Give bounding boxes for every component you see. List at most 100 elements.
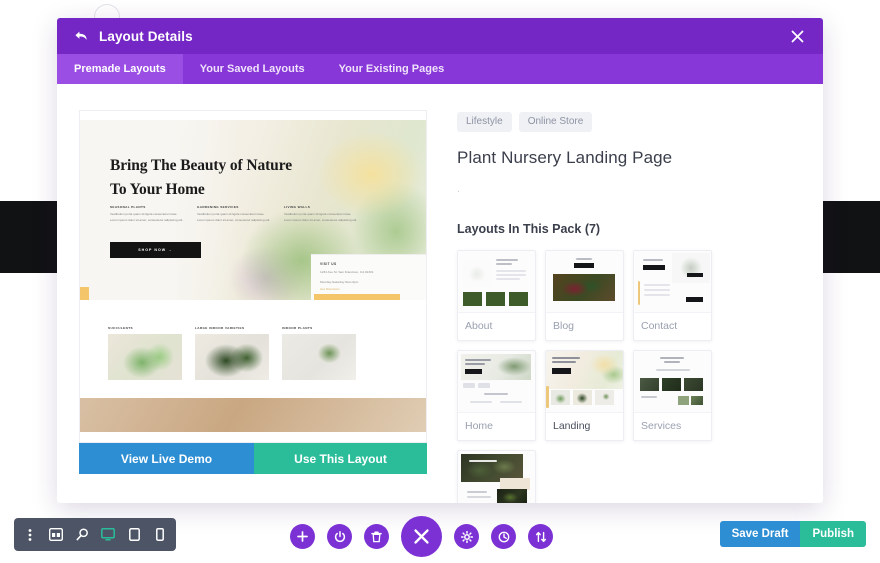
view-live-demo-button[interactable]: View Live Demo — [79, 443, 254, 474]
tablet-view-button[interactable] — [122, 518, 146, 551]
builder-left-toolbar — [14, 518, 176, 551]
builder-center-actions — [290, 516, 553, 557]
desktop-icon — [101, 528, 115, 541]
preview-visit-line2: Monday-Saturday 8am-6pm — [320, 279, 359, 284]
toggle-builder-button[interactable] — [327, 524, 352, 549]
preview-feature-columns: SEASONAL PLANTS Vestibulum porta quam si… — [110, 205, 360, 224]
layout-details-modal: Layout Details Premade Layouts Your Save… — [57, 18, 823, 503]
delete-button[interactable] — [364, 524, 389, 549]
layout-thumbnail — [634, 251, 711, 312]
preview-feature-column: SEASONAL PLANTS Vestibulum porta quam si… — [110, 205, 184, 224]
preview-hero-section: Bring The Beauty of Nature To Your Home … — [80, 120, 426, 300]
layout-card-home[interactable]: Home — [457, 350, 536, 441]
phone-view-button[interactable] — [148, 518, 172, 551]
modal-close-button[interactable] — [783, 18, 811, 54]
settings-button[interactable] — [454, 524, 479, 549]
desktop-view-button[interactable] — [96, 518, 120, 551]
preview-footer-image — [80, 398, 426, 432]
preview-gallery-heading: SUCCULENTS — [108, 326, 133, 330]
preview-visit-link: Get Directions — [320, 287, 340, 291]
preview-gallery-heading: INDOOR PLANTS — [282, 326, 313, 330]
modal-title: Layout Details — [99, 28, 193, 44]
preview-feature-heading: GARDENING SERVICES — [197, 205, 239, 209]
layout-card-label: Landing — [546, 412, 623, 440]
editing-history-button[interactable] — [491, 524, 516, 549]
layout-card-about[interactable]: About — [457, 250, 536, 341]
layout-card-label: Services — [634, 412, 711, 440]
preview-gallery-image — [282, 334, 356, 380]
more-options-button[interactable] — [18, 518, 42, 551]
add-module-button[interactable] — [290, 524, 315, 549]
power-icon — [334, 530, 345, 542]
magnifier-icon — [76, 528, 88, 541]
preview-shop-now-button: Shop Now → — [110, 242, 201, 258]
layout-card-label: About — [458, 312, 535, 340]
layout-thumbnail — [546, 251, 623, 312]
wireframe-view-button[interactable] — [44, 518, 68, 551]
trash-icon — [371, 530, 382, 542]
use-this-layout-button[interactable]: Use This Layout — [254, 443, 427, 474]
category-badges: Lifestyle Online Store — [457, 112, 801, 132]
portability-button[interactable] — [528, 524, 553, 549]
publish-button[interactable]: Publish — [800, 521, 866, 547]
layout-thumbnail — [458, 251, 535, 312]
layout-card-label: Blog — [546, 312, 623, 340]
wireframe-icon — [49, 528, 63, 541]
layout-card-contact[interactable]: Contact — [633, 250, 712, 341]
close-x-icon — [414, 529, 429, 544]
preview-feature-column: LIVING WALLS Vestibulum porta quam sit l… — [284, 205, 358, 224]
back-arrow-icon[interactable] — [73, 28, 89, 44]
layouts-grid: About Blog Contact Home Landing Services — [457, 250, 787, 503]
preview-feature-body: Vestibulum porta quam sit ligula consect… — [197, 212, 271, 222]
close-icon — [791, 30, 803, 42]
layout-card-services[interactable]: Services — [633, 350, 712, 441]
layout-detail-column: Lifestyle Online Store Plant Nursery Lan… — [427, 110, 801, 503]
layout-thumbnail — [458, 351, 535, 412]
preview-feature-body: Vestibulum porta quam sit ligula consect… — [110, 212, 184, 222]
tab-your-existing-pages[interactable]: Your Existing Pages — [322, 54, 462, 84]
layout-thumbnail — [458, 451, 535, 503]
layout-thumbnail — [634, 351, 711, 412]
gear-icon — [460, 530, 473, 543]
tablet-icon — [128, 528, 140, 541]
pack-title: Plant Nursery Landing Page — [457, 148, 673, 167]
badge-lifestyle[interactable]: Lifestyle — [457, 112, 512, 132]
preview-gallery-item: INDOOR PLANTS — [282, 326, 356, 380]
vertical-dots-icon — [28, 528, 32, 541]
layout-thumbnail — [546, 351, 623, 412]
builder-right-actions: Save Draft Publish — [719, 521, 866, 547]
layout-card-shop[interactable]: Shop — [457, 450, 536, 503]
preview-gallery-image — [108, 334, 182, 380]
preview-gallery-section: SUCCULENTS LARGE INDOOR VARIETIES INDOOR… — [80, 300, 426, 398]
layout-preview-frame: Bring The Beauty of Nature To Your Home … — [79, 110, 427, 443]
preview-feature-heading: SEASONAL PLANTS — [110, 205, 146, 209]
modal-header: Layout Details — [57, 18, 823, 54]
close-menu-button[interactable] — [401, 516, 442, 557]
badge-online-store[interactable]: Online Store — [518, 112, 593, 132]
preview-hero-heading: Bring The Beauty of Nature To Your Home — [110, 157, 292, 199]
modal-body: Bring The Beauty of Nature To Your Home … — [57, 84, 823, 503]
layout-card-label: Home — [458, 412, 535, 440]
modal-tab-bar: Premade Layouts Your Saved Layouts Your … — [57, 54, 823, 84]
preview-gallery-image — [195, 334, 269, 380]
plus-icon — [297, 531, 308, 542]
sort-icon — [535, 531, 546, 542]
preview-action-bar: View Live Demo Use This Layout — [79, 443, 427, 474]
tab-premade-layouts[interactable]: Premade Layouts — [57, 54, 183, 84]
layout-card-landing[interactable]: Landing — [545, 350, 624, 441]
preview-feature-heading: LIVING WALLS — [284, 205, 311, 209]
tab-your-saved-layouts[interactable]: Your Saved Layouts — [183, 54, 322, 84]
layout-card-blog[interactable]: Blog — [545, 250, 624, 341]
preview-gallery-heading: LARGE INDOOR VARIETIES — [195, 326, 245, 330]
layout-preview-column: Bring The Beauty of Nature To Your Home … — [79, 110, 427, 503]
zoom-view-button[interactable] — [70, 518, 94, 551]
history-icon — [498, 531, 509, 542]
preview-visit-heading: VISIT US — [320, 262, 337, 267]
preview-visit-line1: 1234 Ave St. San Francisco, CA 91301 — [320, 270, 374, 275]
phone-icon — [156, 528, 164, 541]
preview-feature-column: GARDENING SERVICES Vestibulum porta quam… — [197, 205, 271, 224]
pack-description: . — [457, 184, 460, 195]
preview-gallery-item: SUCCULENTS — [108, 326, 182, 380]
preview-gallery-item: LARGE INDOOR VARIETIES — [195, 326, 269, 380]
save-draft-button[interactable]: Save Draft — [719, 521, 801, 547]
